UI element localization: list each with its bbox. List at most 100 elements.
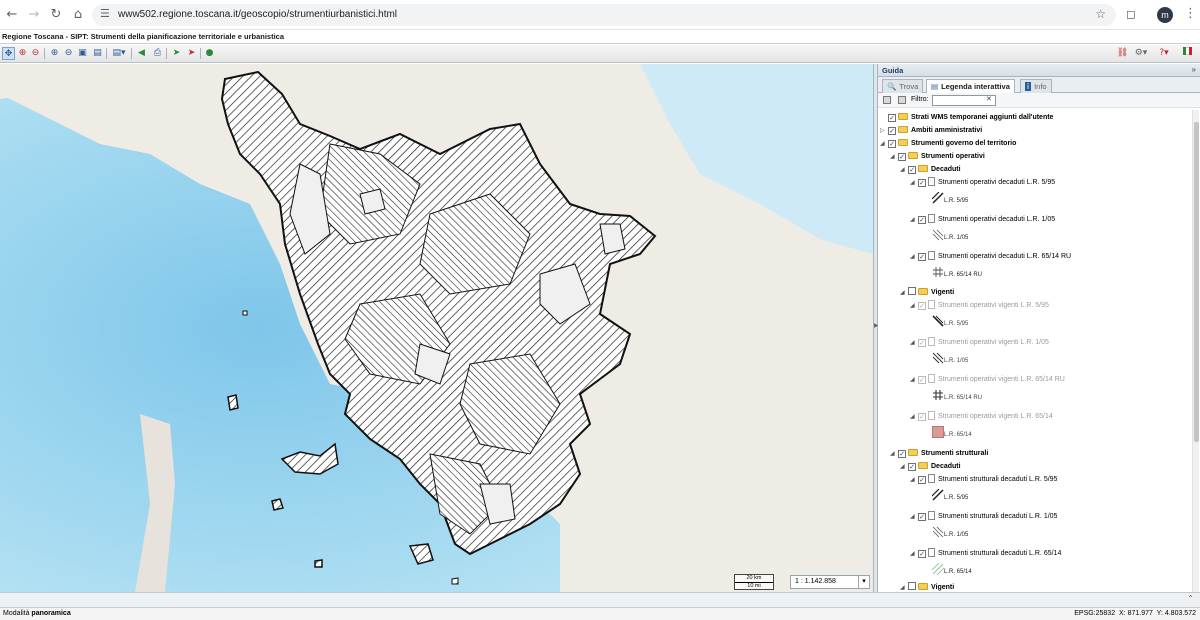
tab-info[interactable]: i Info bbox=[1020, 79, 1052, 93]
tree-item-layer[interactable]: ◢ ✓ Strumenti operativi decaduti L.R. 1/05 bbox=[910, 214, 1055, 226]
checkbox[interactable] bbox=[908, 287, 916, 295]
checkbox[interactable]: ✓ bbox=[918, 253, 926, 261]
tree-item-vigenti[interactable]: ◢ Vigenti bbox=[900, 582, 954, 592]
collapse-icon[interactable]: ◢ bbox=[910, 548, 918, 560]
expand-all-icon[interactable] bbox=[883, 96, 891, 104]
history-back-icon[interactable]: ◀ bbox=[135, 47, 148, 60]
checkbox[interactable]: ✓ bbox=[918, 179, 926, 187]
bookmark-star-icon[interactable]: ☆ bbox=[1095, 7, 1106, 21]
collapse-icon[interactable]: ◢ bbox=[880, 138, 888, 150]
select-add-icon[interactable]: ➤ bbox=[170, 47, 183, 60]
globe-icon[interactable]: ● bbox=[203, 47, 216, 60]
zoom-extent-icon[interactable]: ▣ bbox=[76, 47, 89, 60]
tree-item-layer[interactable]: ◢ ✓ Strumenti operativi decaduti L.R. 65/1… bbox=[910, 251, 1071, 263]
menu-icon[interactable]: ⋮ bbox=[1184, 6, 1197, 21]
collapse-icon[interactable]: ◢ bbox=[910, 374, 918, 386]
collapse-all-icon[interactable] bbox=[898, 96, 906, 104]
settings-icon[interactable]: ⚙▾ bbox=[1132, 47, 1150, 60]
checkbox[interactable]: ✓ bbox=[918, 376, 926, 384]
scrollbar[interactable] bbox=[1192, 110, 1199, 592]
avatar[interactable]: m bbox=[1157, 7, 1173, 23]
map-canvas[interactable]: 20 km 10 mi 1 : 1.142.858 ▾ bbox=[0, 64, 873, 592]
tab-trova[interactable]: 🔍 Trova bbox=[882, 79, 924, 93]
back-icon[interactable]: ← bbox=[4, 7, 20, 23]
tree-item-strumenti-strutturali[interactable]: ◢ ✓ Strumenti strutturali bbox=[890, 448, 988, 460]
checkbox[interactable]: ✓ bbox=[918, 550, 926, 558]
tab-legenda[interactable]: ▤ Legenda interattiva bbox=[926, 79, 1015, 94]
print-icon[interactable]: ⎙ bbox=[151, 47, 164, 60]
checkbox[interactable]: ✓ bbox=[918, 216, 926, 224]
checkbox[interactable]: ✓ bbox=[888, 140, 896, 148]
tree-item-strumenti-governo[interactable]: ◢ ✓ Strumenti governo del territorio bbox=[880, 138, 1016, 150]
tree-item-layer[interactable]: ◢ ✓ Strumenti operativi vigenti L.R. 1/05 bbox=[910, 337, 1049, 349]
collapse-icon[interactable]: ◢ bbox=[910, 251, 918, 263]
help-icon[interactable]: ?▾ bbox=[1156, 47, 1172, 60]
checkbox[interactable] bbox=[908, 582, 916, 590]
checkbox[interactable]: ✓ bbox=[918, 476, 926, 484]
tree-item-vigenti[interactable]: ◢ Vigenti bbox=[900, 287, 954, 299]
epsg-code: EPSG:25832 bbox=[1074, 610, 1116, 617]
collapse-icon[interactable]: ◢ bbox=[900, 582, 908, 592]
pan-icon[interactable]: ✥ bbox=[2, 47, 15, 60]
tree-item-strati-wms[interactable]: ✓ Strati WMS temporanei aggiunti dall'ute… bbox=[880, 112, 1053, 124]
collapse-icon[interactable]: ◢ bbox=[910, 177, 918, 189]
expand-icon[interactable]: ▷ bbox=[880, 125, 888, 137]
checkbox[interactable]: ✓ bbox=[918, 413, 926, 421]
chevron-down-icon[interactable]: ▾ bbox=[858, 576, 869, 588]
tree-item-decaduti[interactable]: ◢ ✓ Decaduti bbox=[900, 164, 961, 176]
language-flag-icon[interactable] bbox=[1178, 47, 1196, 60]
collapse-icon[interactable]: ◢ bbox=[910, 411, 918, 423]
forward-icon[interactable]: → bbox=[26, 7, 42, 23]
url-text[interactable]: www502.regione.toscana.it/geoscopio/stru… bbox=[118, 9, 397, 20]
collapse-icon[interactable]: ◢ bbox=[910, 511, 918, 523]
collapse-icon[interactable]: ◢ bbox=[900, 287, 908, 299]
tree-item-layer[interactable]: ◢ ✓ Strumenti operativi vigenti L.R. 5/95 bbox=[910, 300, 1049, 312]
tree-item-layer[interactable]: ◢ ✓ Strumenti operativi decaduti L.R. 5/95 bbox=[910, 177, 1055, 189]
collapse-icon[interactable]: ◢ bbox=[910, 300, 918, 312]
zoom-in-box-icon[interactable]: ⊕ bbox=[16, 47, 29, 60]
tree-item-ambiti[interactable]: ▷ ✓ Ambiti amministrativi bbox=[880, 125, 982, 137]
tree-item-layer[interactable]: ◢ ✓ Strumenti strutturali decaduti L.R. 65… bbox=[910, 548, 1061, 560]
expand-up-icon[interactable]: ⌃ bbox=[1187, 594, 1194, 603]
scrollbar-thumb[interactable] bbox=[1194, 122, 1199, 442]
checkbox[interactable]: ✓ bbox=[908, 166, 916, 174]
tree-item-layer[interactable]: ◢ ✓ Strumenti operativi vigenti L.R. 65/14… bbox=[910, 374, 1065, 386]
tree-item-decaduti[interactable]: ◢ ✓ Decaduti bbox=[900, 461, 961, 473]
collapse-icon[interactable]: ◢ bbox=[910, 214, 918, 226]
checkbox[interactable]: ✓ bbox=[898, 153, 906, 161]
filter-label: Filtro: bbox=[911, 96, 929, 103]
collapse-icon[interactable]: ◢ bbox=[900, 164, 908, 176]
collapse-icon[interactable]: ◢ bbox=[910, 474, 918, 486]
collapse-icon[interactable]: ◢ bbox=[890, 448, 898, 460]
tree-item-layer[interactable]: ◢ ✓ Strumenti operativi vigenti L.R. 65/14 bbox=[910, 411, 1053, 423]
zoom-previous-icon[interactable]: ▤ bbox=[91, 47, 104, 60]
zoom-out-box-icon[interactable]: ⊖ bbox=[29, 47, 42, 60]
checkbox[interactable]: ✓ bbox=[918, 513, 926, 521]
zoom-out-icon[interactable]: ⊖ bbox=[62, 47, 75, 60]
tree-item-strumenti-operativi[interactable]: ◢ ✓ Strumenti operativi bbox=[890, 151, 985, 163]
checkbox[interactable]: ✓ bbox=[918, 339, 926, 347]
scale-dropdown[interactable]: 1 : 1.142.858 ▾ bbox=[790, 575, 870, 589]
measure-icon[interactable]: ▤▾ bbox=[110, 47, 128, 60]
site-info-icon[interactable]: ☰ bbox=[100, 7, 110, 20]
collapse-panel-icon[interactable]: » bbox=[1192, 65, 1196, 74]
clear-filter-icon[interactable]: ✕ bbox=[986, 95, 992, 103]
address-bar[interactable]: ☰ www502.regione.toscana.it/geoscopio/st… bbox=[92, 4, 1116, 26]
map-svg[interactable] bbox=[0, 64, 873, 592]
zoom-in-icon[interactable]: ⊕ bbox=[48, 47, 61, 60]
collapse-icon[interactable]: ◢ bbox=[900, 461, 908, 473]
home-icon[interactable]: ⌂ bbox=[70, 7, 86, 23]
collapse-icon[interactable]: ◢ bbox=[890, 151, 898, 163]
checkbox[interactable]: ✓ bbox=[898, 450, 906, 458]
checkbox[interactable]: ✓ bbox=[888, 114, 896, 122]
select-remove-icon[interactable]: ➤ bbox=[185, 47, 198, 60]
collapse-icon[interactable]: ◢ bbox=[910, 337, 918, 349]
checkbox[interactable]: ✓ bbox=[908, 463, 916, 471]
checkbox[interactable]: ✓ bbox=[888, 127, 896, 135]
extensions-icon[interactable]: ◻ bbox=[1126, 7, 1136, 21]
tree-item-layer[interactable]: ◢ ✓ Strumenti strutturali decaduti L.R. 5/… bbox=[910, 474, 1057, 486]
link-icon[interactable]: ⛓ bbox=[1116, 47, 1129, 60]
reload-icon[interactable]: ↻ bbox=[48, 7, 64, 23]
checkbox[interactable]: ✓ bbox=[918, 302, 926, 310]
tree-item-layer[interactable]: ◢ ✓ Strumenti strutturali decaduti L.R. 1/… bbox=[910, 511, 1057, 523]
